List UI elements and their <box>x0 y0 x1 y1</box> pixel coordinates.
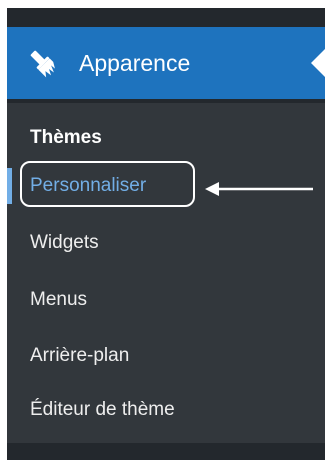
paintbrush-icon <box>24 44 64 84</box>
menu-label-apparence: Apparence <box>79 50 191 76</box>
apparence-submenu: Thèmes Personnaliser Widgets Menus Arriè… <box>7 103 325 443</box>
annotation-arrow-icon <box>205 182 313 196</box>
submenu-item-menus[interactable]: Menus <box>30 286 87 314</box>
sidebar-bottom <box>7 443 325 460</box>
submenu-item-widgets[interactable]: Widgets <box>30 229 99 257</box>
highlight-box <box>20 161 195 207</box>
active-item-indicator <box>7 168 12 204</box>
submenu-item-arriere-plan[interactable]: Arrière-plan <box>30 342 129 370</box>
admin-sidebar: Apparence Thèmes Personnaliser Widgets M… <box>7 8 325 460</box>
current-menu-notch <box>311 49 325 77</box>
submenu-item-themes[interactable]: Thèmes <box>30 124 102 152</box>
menu-item-apparence[interactable]: Apparence <box>7 27 325 99</box>
submenu-item-editeur-de-theme[interactable]: Éditeur de thème <box>30 396 175 424</box>
